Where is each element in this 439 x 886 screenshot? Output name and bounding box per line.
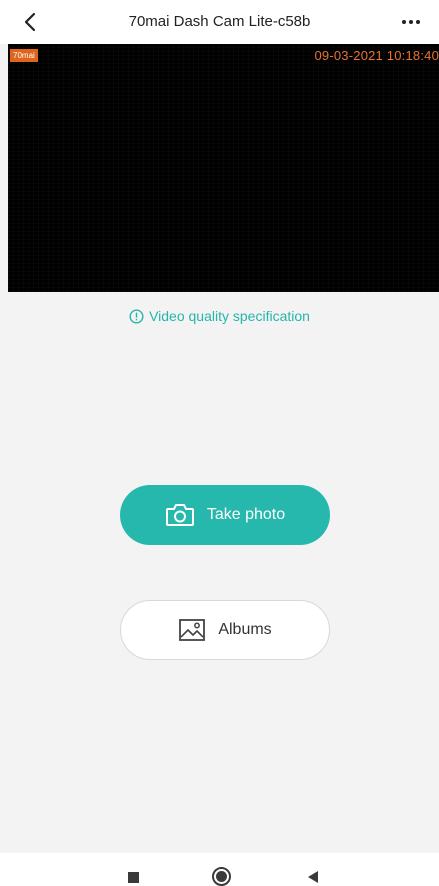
- albums-button[interactable]: Albums: [120, 600, 330, 660]
- video-watermark-logo: 70mai: [10, 49, 38, 62]
- info-circle-icon: [129, 308, 144, 324]
- recents-button[interactable]: [128, 872, 139, 883]
- page-title: 70mai Dash Cam Lite-c58b: [128, 13, 311, 30]
- image-icon: [179, 619, 206, 641]
- system-navigation-bar: [0, 853, 439, 886]
- video-quality-label: Video quality specification: [149, 308, 310, 324]
- video-quality-link[interactable]: Video quality specification: [0, 308, 439, 324]
- more-horizontal-icon: [402, 20, 420, 24]
- system-back-button[interactable]: [308, 871, 318, 883]
- home-circle-icon: [216, 871, 227, 882]
- top-bar: 70mai Dash Cam Lite-c58b: [0, 0, 439, 44]
- camera-icon: [165, 504, 194, 526]
- take-photo-button[interactable]: Take photo: [120, 485, 330, 545]
- live-video-preview[interactable]: 70mai 09-03-2021 10:18:40: [8, 44, 439, 292]
- home-button[interactable]: [212, 867, 231, 886]
- albums-label: Albums: [218, 621, 272, 638]
- video-timestamp: 09-03-2021 10:18:40: [314, 48, 439, 63]
- more-options-button[interactable]: [397, 10, 425, 34]
- take-photo-label: Take photo: [206, 506, 286, 523]
- app-root: 70mai Dash Cam Lite-c58b 70mai 09-03-202…: [0, 0, 439, 886]
